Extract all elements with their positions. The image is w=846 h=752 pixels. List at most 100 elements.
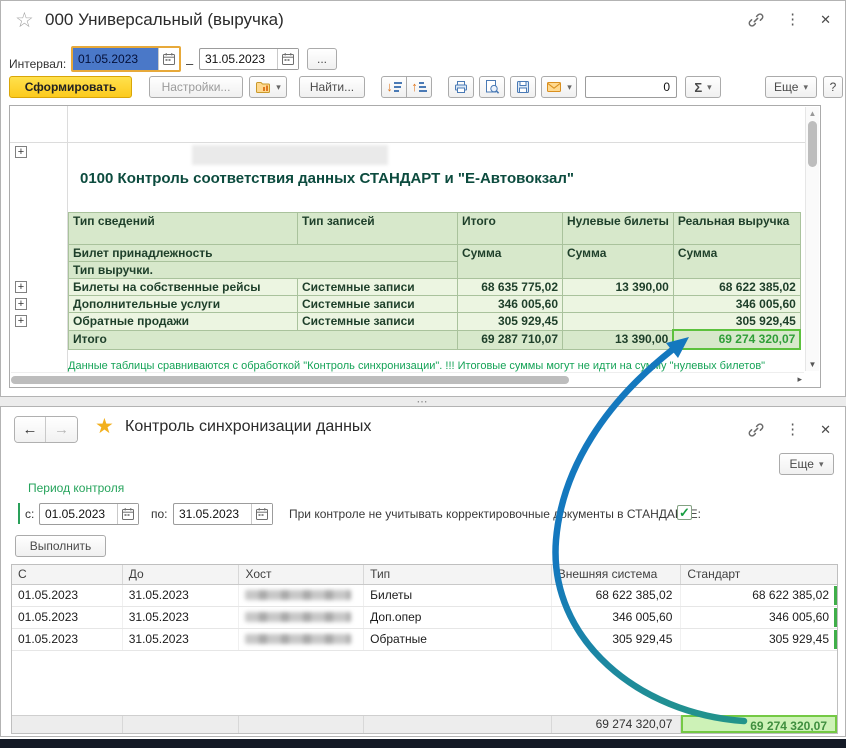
- favorite-star-icon[interactable]: ★: [95, 415, 114, 439]
- report-window-title: 000 Универсальный (выручка): [45, 10, 284, 30]
- col-header[interactable]: Хост: [239, 565, 364, 584]
- find-button[interactable]: Найти...: [299, 76, 365, 98]
- row-type-cell: Системные записи: [298, 313, 458, 331]
- more-actions-button[interactable]: Еще ▾: [765, 76, 817, 98]
- table-row[interactable]: 01.05.2023 31.05.2023 Обратные 305 929,4…: [12, 629, 837, 651]
- scroll-thumb[interactable]: [808, 121, 817, 167]
- report-total-row: Итого 69 287 710,07 13 390,00 69 274 320…: [69, 330, 801, 349]
- scroll-right-icon[interactable]: ▸: [797, 374, 802, 385]
- period-from-input[interactable]: 01.05.2023: [39, 503, 139, 525]
- close-icon[interactable]: ✕: [820, 422, 831, 438]
- send-mail-button[interactable]: ▾: [541, 76, 577, 98]
- date-to-value[interactable]: 31.05.2023: [200, 49, 277, 69]
- total-cell: 68 635 775,02: [458, 279, 563, 296]
- report-row: Обратные продажи Системные записи 305 92…: [69, 313, 801, 331]
- report-variants-button[interactable]: ▾: [249, 76, 287, 98]
- type-cell: Доп.опер: [364, 607, 552, 628]
- calendar-icon[interactable]: [158, 48, 179, 70]
- more-actions-button[interactable]: Еще ▾: [779, 453, 834, 475]
- col-header: Тип записей: [298, 213, 458, 245]
- more-menu-icon[interactable]: ⋮: [785, 13, 800, 27]
- calendar-icon[interactable]: [251, 504, 272, 524]
- calendar-icon[interactable]: [117, 504, 138, 524]
- window-splitter[interactable]: ⋯: [0, 397, 846, 406]
- period-from-value[interactable]: 01.05.2023: [40, 504, 117, 524]
- sum-header: Сумма: [458, 245, 563, 279]
- scroll-down-icon[interactable]: ▼: [806, 360, 819, 369]
- sum-header: Сумма: [673, 245, 800, 279]
- type-cell: Обратные: [364, 629, 552, 650]
- get-link-icon[interactable]: [747, 421, 765, 439]
- expand-group-toggle[interactable]: +: [15, 146, 27, 158]
- match-mark: [834, 630, 837, 649]
- scroll-up-icon[interactable]: ▲: [806, 109, 819, 118]
- row-type-cell: Системные записи: [298, 279, 458, 296]
- row-type-cell: Системные записи: [298, 296, 458, 313]
- counter-field[interactable]: 0: [585, 76, 677, 98]
- zero-cell: 13 390,00: [563, 279, 674, 296]
- sum-button[interactable]: Σ ▾: [685, 76, 721, 98]
- more-menu-icon[interactable]: ⋮: [785, 423, 800, 437]
- table-row[interactable]: 01.05.2023 31.05.2023 Билеты 68 622 385,…: [12, 585, 837, 607]
- report-title: 0100 Контроль соответствия данных СТАНДА…: [80, 170, 574, 187]
- highlighted-total-cell[interactable]: 69 274 320,07: [673, 330, 800, 349]
- chevron-down-icon: ▾: [819, 459, 824, 470]
- sort-asc-icon: ↑: [411, 81, 427, 93]
- expand-row-toggle[interactable]: +: [15, 298, 27, 310]
- print-button[interactable]: [448, 76, 474, 98]
- date-to-input[interactable]: 31.05.2023: [199, 48, 299, 70]
- forward-button[interactable]: →: [46, 417, 77, 442]
- sync-table: С До Хост Тип Внешняя система Стандарт 0…: [11, 564, 838, 734]
- generate-button[interactable]: Сформировать: [9, 76, 132, 98]
- empty-cell: [123, 716, 240, 733]
- date-from-input[interactable]: 01.05.2023: [71, 46, 181, 72]
- ignore-corrections-checkbox[interactable]: ✓: [677, 505, 692, 520]
- host-cell: [239, 585, 364, 606]
- date-from-value[interactable]: 01.05.2023: [73, 48, 158, 70]
- scroll-thumb[interactable]: [11, 376, 569, 384]
- sub-header: Тип выручки.: [69, 262, 458, 279]
- favorite-star-icon[interactable]: ☆: [15, 10, 34, 32]
- row-name-cell: Билеты на собственные рейсы: [69, 279, 298, 296]
- horizontal-scrollbar[interactable]: ▸: [11, 372, 804, 386]
- print-preview-button[interactable]: [479, 76, 505, 98]
- standard-sum-cell: 346 005,60: [681, 607, 837, 628]
- period-to-value[interactable]: 31.05.2023: [174, 504, 251, 524]
- date-from-cell: 01.05.2023: [12, 607, 123, 628]
- get-link-icon[interactable]: [747, 11, 765, 29]
- expand-row-toggle[interactable]: +: [15, 315, 27, 327]
- highlighted-standard-total-cell[interactable]: 69 274 320,07: [681, 715, 837, 733]
- col-header[interactable]: До: [123, 565, 240, 584]
- close-icon[interactable]: ✕: [820, 12, 831, 28]
- period-to-input[interactable]: 31.05.2023: [173, 503, 273, 525]
- host-cell: [239, 607, 364, 628]
- run-button[interactable]: Выполнить: [15, 535, 106, 557]
- row-name-cell: Обратные продажи: [69, 313, 298, 331]
- table-row[interactable]: 01.05.2023 31.05.2023 Доп.опер 346 005,6…: [12, 607, 837, 629]
- col-header[interactable]: Внешняя система: [552, 565, 682, 584]
- date-to-cell: 31.05.2023: [123, 607, 240, 628]
- empty-cell: [364, 716, 552, 733]
- interval-choose-button[interactable]: ...: [307, 48, 337, 70]
- back-button[interactable]: ←: [15, 417, 46, 442]
- col-header[interactable]: С: [12, 565, 123, 584]
- calendar-icon[interactable]: [277, 49, 298, 69]
- interval-label: Интервал:: [9, 57, 66, 71]
- expand-row-toggle[interactable]: +: [15, 281, 27, 293]
- zero-cell: 13 390,00: [563, 330, 674, 349]
- navigation-buttons: ← →: [14, 416, 78, 443]
- vertical-scrollbar[interactable]: ▲ ▼: [805, 107, 819, 371]
- settings-button[interactable]: Настройки...: [149, 76, 243, 98]
- date-to-cell: 31.05.2023: [123, 585, 240, 606]
- save-button[interactable]: [510, 76, 536, 98]
- sort-descending-button[interactable]: ↓: [381, 76, 407, 98]
- more-label: Еще: [790, 457, 814, 471]
- folder-icon: [255, 79, 271, 95]
- col-header[interactable]: Тип: [364, 565, 552, 584]
- sort-ascending-button[interactable]: ↑: [406, 76, 432, 98]
- screen: ☆ 000 Универсальный (выручка) ⋮ ✕ Интерв…: [0, 0, 846, 752]
- preview-icon: [484, 79, 500, 95]
- col-header[interactable]: Стандарт: [681, 565, 837, 584]
- date-to-cell: 31.05.2023: [123, 629, 240, 650]
- help-button[interactable]: ?: [823, 76, 843, 98]
